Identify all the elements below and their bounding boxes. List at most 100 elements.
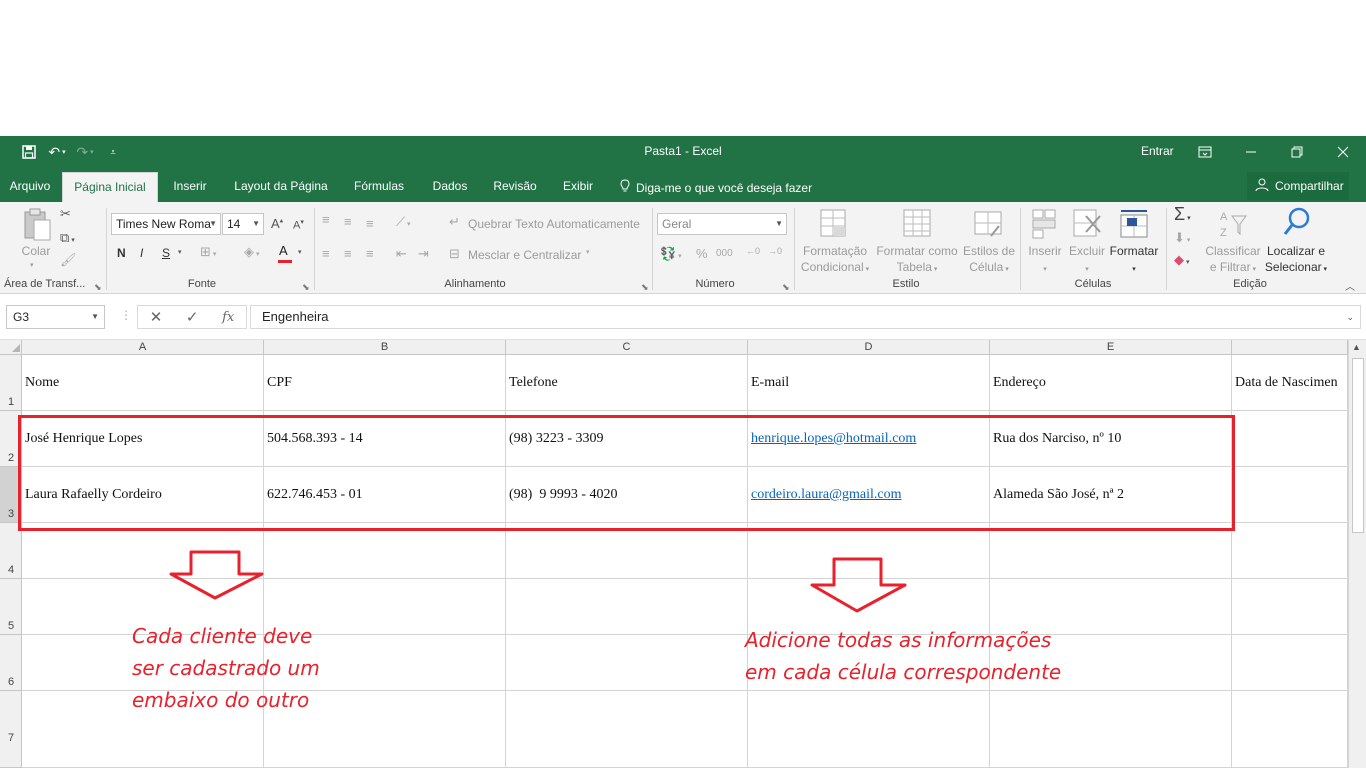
sort-filter-icon[interactable]: AZ (1218, 208, 1248, 240)
align-right-icon[interactable]: ≡ (366, 246, 374, 261)
clipboard-launcher-icon[interactable]: ⬊ (94, 282, 102, 293)
cell-c1[interactable]: Telefone (506, 355, 748, 411)
font-color-dropdown-icon[interactable]: ▾ (298, 248, 302, 256)
italic-button[interactable]: I (140, 246, 143, 260)
cell-empty[interactable] (264, 523, 506, 579)
formula-input[interactable]: Engenheira ⌄ (250, 305, 1361, 329)
column-header-e[interactable]: E (990, 340, 1232, 355)
format-as-table-button[interactable]: Formatar como Tabela ▾ (874, 243, 960, 278)
row-header-7[interactable]: 7 (0, 691, 22, 768)
tab-pagina-inicial[interactable]: Página Inicial (62, 172, 158, 202)
delete-cells-button[interactable]: Excluir ▾ (1066, 243, 1108, 278)
ribbon-display-icon[interactable] (1182, 136, 1228, 168)
bold-button[interactable]: N (117, 246, 126, 260)
tell-me-search[interactable]: Diga-me o que você deseja fazer (620, 179, 812, 196)
format-cells-icon[interactable] (1119, 208, 1149, 240)
underline-dropdown-icon[interactable]: ▾ (178, 248, 182, 256)
increase-indent-icon[interactable]: ⇥ (418, 246, 429, 262)
minimize-icon[interactable] (1228, 136, 1274, 168)
increase-decimal-icon[interactable]: ←0 (746, 246, 760, 256)
paste-icon[interactable] (22, 208, 52, 241)
alignment-launcher-icon[interactable]: ⬊ (641, 282, 649, 293)
tab-exibir[interactable]: Exibir (555, 172, 601, 202)
row-header-1[interactable]: 1 (0, 355, 22, 411)
cell-empty[interactable] (506, 579, 748, 635)
cut-icon[interactable]: ✂ (60, 206, 71, 222)
tab-revisao[interactable]: Revisão (487, 172, 543, 202)
cell-f1[interactable]: Data de Nascimen (1232, 355, 1348, 411)
tab-dados[interactable]: Dados (424, 172, 476, 202)
cell-f3[interactable] (1232, 467, 1348, 523)
decrease-decimal-icon[interactable]: →0 (768, 246, 782, 256)
column-header-d[interactable]: D (748, 340, 990, 355)
row-header-4[interactable]: 4 (0, 523, 22, 579)
find-select-button[interactable]: Localizar e Selecionar ▾ (1262, 243, 1330, 278)
merge-center-button[interactable]: Mesclar e Centralizar (468, 247, 581, 263)
cell-empty[interactable] (990, 691, 1232, 768)
percent-icon[interactable]: % (696, 246, 708, 261)
cell-empty[interactable] (1232, 635, 1348, 691)
conditional-formatting-button[interactable]: Formatação Condicional ▾ (799, 243, 871, 278)
cell-empty[interactable] (990, 523, 1232, 579)
font-color-icon[interactable]: A (279, 243, 288, 258)
clear-icon[interactable]: ◆ ▾ (1174, 252, 1189, 268)
copy-icon[interactable]: ⧉ ▾ (60, 230, 75, 246)
underline-button[interactable]: S (162, 246, 170, 260)
tab-arquivo[interactable]: Arquivo (0, 172, 60, 202)
close-icon[interactable] (1320, 136, 1366, 168)
name-box[interactable]: G3 ▼ (6, 305, 105, 329)
paste-button[interactable]: Colar (20, 243, 52, 259)
tab-inserir[interactable]: Inserir (164, 172, 216, 202)
orientation-icon[interactable]: ⟋ ▾ (396, 214, 411, 230)
cell-styles-icon[interactable] (973, 208, 1003, 240)
cell-f2[interactable] (1232, 411, 1348, 467)
currency-icon[interactable]: 💱 ▾ (660, 246, 682, 262)
column-header-a[interactable]: A (22, 340, 264, 355)
cell-e1[interactable]: Endereço (990, 355, 1232, 411)
scroll-up-icon[interactable]: ▲ (1352, 342, 1361, 352)
cell-empty[interactable] (506, 523, 748, 579)
format-as-table-icon[interactable] (902, 208, 932, 240)
autosum-icon[interactable]: Σ ▾ (1174, 204, 1191, 225)
signin-link[interactable]: Entrar (1141, 144, 1174, 158)
vertical-scrollbar[interactable]: ▲ (1348, 340, 1366, 768)
restore-icon[interactable] (1274, 136, 1320, 168)
insert-function-icon[interactable]: fx (222, 310, 234, 325)
shrink-font-icon[interactable]: A▾ (293, 218, 304, 232)
sort-filter-button[interactable]: Classificar e Filtrar ▾ (1202, 243, 1264, 278)
font-launcher-icon[interactable]: ⬊ (302, 282, 310, 293)
cell-styles-button[interactable]: Estilos de Célula ▾ (962, 243, 1016, 278)
merge-icon[interactable]: ⊟ (449, 246, 460, 262)
collapse-ribbon-icon[interactable]: ︿ (1345, 278, 1355, 293)
cell-empty[interactable] (506, 691, 748, 768)
delete-cells-icon[interactable] (1072, 208, 1102, 240)
cell-empty[interactable] (1232, 523, 1348, 579)
find-select-icon[interactable] (1282, 206, 1312, 238)
conditional-formatting-icon[interactable] (819, 208, 849, 240)
select-all-corner[interactable] (0, 340, 22, 355)
wrap-text-button[interactable]: Quebrar Texto Automaticamente (468, 216, 640, 232)
format-painter-icon[interactable]: 🖌 (60, 252, 77, 268)
align-middle-icon[interactable]: ≡ (344, 214, 352, 229)
share-button[interactable]: Compartilhar (1247, 172, 1349, 200)
enter-icon[interactable]: ✓ (186, 308, 199, 326)
insert-cells-icon[interactable] (1031, 208, 1061, 240)
thousands-icon[interactable]: 000 (716, 248, 733, 259)
merge-dropdown-icon[interactable]: ▾ (586, 248, 590, 256)
cell-a1[interactable]: Nome (22, 355, 264, 411)
row-header-5[interactable]: 5 (0, 579, 22, 635)
cell-d1[interactable]: E-mail (748, 355, 990, 411)
paste-dropdown-icon[interactable]: ▾ (30, 258, 34, 274)
row-header-6[interactable]: 6 (0, 635, 22, 691)
scroll-thumb[interactable] (1352, 358, 1364, 533)
borders-icon[interactable]: ⊞ ▾ (200, 244, 216, 260)
column-header-f[interactable] (1232, 340, 1348, 355)
decrease-indent-icon[interactable]: ⇤ (396, 246, 407, 262)
font-name-combo[interactable]: Times New Roma ▼ (111, 213, 221, 235)
align-top-icon[interactable]: ≡ (322, 212, 330, 227)
column-header-c[interactable]: C (506, 340, 748, 355)
align-bottom-icon[interactable]: ≡ (366, 216, 374, 231)
font-size-combo[interactable]: 14 ▼ (222, 213, 264, 235)
expand-formula-icon[interactable]: ⌄ (1346, 306, 1354, 328)
column-header-b[interactable]: B (264, 340, 506, 355)
